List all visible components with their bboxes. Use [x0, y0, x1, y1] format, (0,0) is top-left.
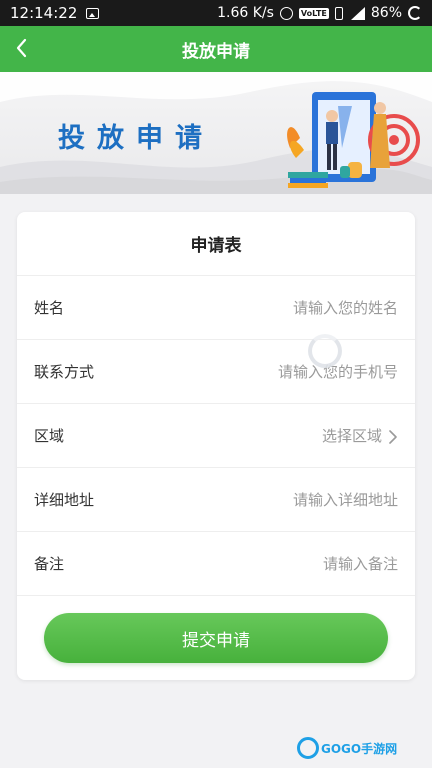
watermark-text: GOGO手游网	[321, 741, 398, 756]
application-form-card: 申请表 姓名 联系方式 区域 选择区域 详细地址 备注 提交申请	[17, 212, 415, 680]
page-title: 投放申请	[182, 41, 250, 62]
volte-badge: VoLTE	[298, 7, 329, 19]
alarm-icon	[279, 6, 293, 20]
name-row[interactable]: 姓名	[17, 276, 415, 340]
nav-bar: 投放申请	[0, 26, 432, 72]
region-row[interactable]: 区域 选择区域	[17, 404, 415, 468]
address-label: 详细地址	[34, 491, 95, 509]
contact-label: 联系方式	[34, 363, 95, 381]
banner: 投放申请	[0, 72, 432, 194]
address-input[interactable]	[198, 490, 398, 509]
remark-input[interactable]	[198, 554, 398, 573]
remark-label: 备注	[34, 555, 65, 573]
contact-row[interactable]: 联系方式	[17, 340, 415, 404]
name-label: 姓名	[34, 299, 65, 317]
status-time: 12:14:22	[10, 4, 78, 22]
status-bar: 12:14:22 1.66 K/s VoLTE 86%	[0, 0, 432, 26]
loading-spinner	[308, 334, 342, 368]
region-select[interactable]: 选择区域	[322, 425, 382, 446]
watermark-logo-icon	[297, 737, 319, 759]
signal-icon	[349, 6, 365, 20]
name-input[interactable]	[198, 298, 398, 317]
banner-illustration	[287, 92, 420, 188]
battery-icon	[408, 6, 422, 20]
network-speed: 1.66 K/s	[217, 5, 274, 21]
chevron-left-icon	[16, 38, 27, 58]
back-button[interactable]	[10, 36, 34, 60]
battery-percent: 86%	[370, 5, 402, 21]
remark-row[interactable]: 备注	[17, 532, 415, 596]
status-right: 1.66 K/s VoLTE 86%	[217, 5, 422, 21]
image-notification-icon	[86, 7, 100, 19]
chevron-right-icon	[388, 429, 398, 444]
form-title: 申请表	[17, 212, 415, 276]
vibrate-icon	[334, 6, 343, 20]
phone-input[interactable]	[198, 362, 398, 381]
address-row[interactable]: 详细地址	[17, 468, 415, 532]
region-label: 区域	[34, 427, 65, 445]
submit-button[interactable]: 提交申请	[44, 613, 388, 663]
banner-headline: 投放申请	[58, 123, 214, 154]
watermark: GOGO手游网	[297, 737, 397, 759]
